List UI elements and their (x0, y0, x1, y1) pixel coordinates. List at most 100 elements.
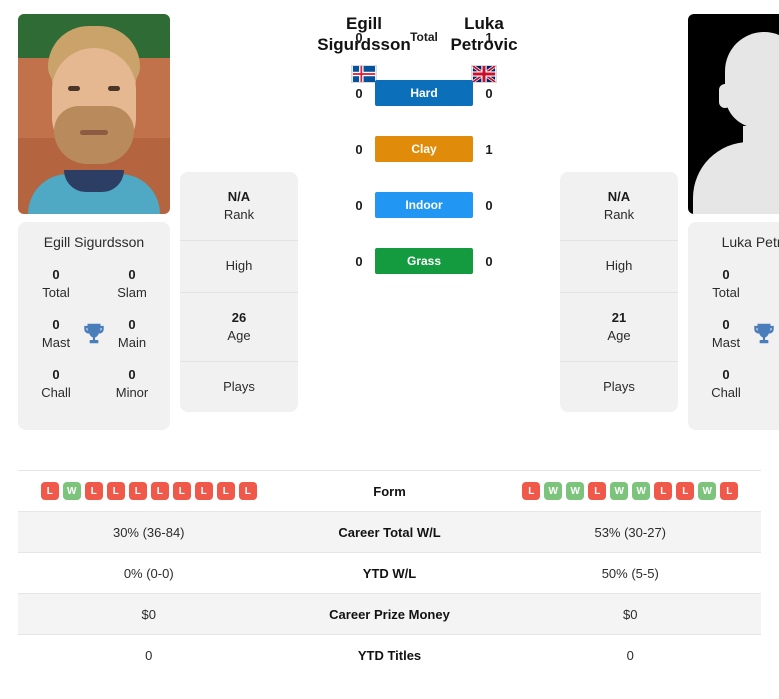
form-badge-loss[interactable]: L (522, 482, 541, 500)
right-high-cell: High (560, 241, 678, 293)
titles-mast-label: Mast (41, 334, 71, 350)
head-to-head-rows: 0 Total 1 0 Hard 0 0 Clay 1 0 Indoor 0 0 Grass 0 (350, 9, 498, 289)
right-age-cell: 21 Age (560, 293, 678, 362)
right-rank-label: Rank (603, 207, 635, 223)
titles-chall: 0 Chall (696, 366, 756, 401)
titles-chall-value: 0 (722, 367, 730, 383)
left-high-label: High (225, 258, 253, 274)
form-badge-win[interactable]: W (632, 482, 651, 500)
stat-label: YTD Titles (357, 647, 422, 663)
surface-pill-grass[interactable]: Grass (375, 248, 473, 275)
titles-main: 0 Main (102, 316, 162, 351)
titles-minor: 0 Minor (772, 366, 779, 401)
form-badge-win[interactable]: W (544, 482, 563, 500)
form-badge-win[interactable]: W (610, 482, 629, 500)
stat-label: Career Prize Money (329, 606, 450, 622)
form-badge-loss[interactable]: L (128, 482, 147, 500)
titles-mast: 0 Mast (26, 316, 86, 351)
form-badge-loss[interactable]: L (84, 482, 103, 500)
stat-left-value: $0 (141, 606, 156, 622)
form-badge-loss[interactable]: L (40, 482, 59, 500)
surface-pill-indoor[interactable]: Indoor (375, 192, 473, 219)
titles-total: 0 Total (26, 266, 86, 301)
titles-chall-value: 0 (52, 367, 60, 383)
h2h-left-score: 0 (355, 253, 363, 269)
right-player-info-card: N/A Rank High 21 Age Plays (560, 172, 678, 413)
titles-main-label: Main (117, 334, 147, 350)
head-to-head-column: Egill Sigurdsson Luka Petrovic 0 Total 1… (298, 14, 550, 289)
h2h-left-score: 0 (355, 197, 363, 213)
form-badge-loss[interactable]: L (588, 482, 607, 500)
left-high-cell: High (180, 241, 298, 293)
titles-row: 0 Total 0 Slam (26, 266, 162, 301)
form-badge-win[interactable]: W (62, 482, 81, 500)
trophy-icon (754, 323, 774, 343)
photo-beard (54, 106, 134, 164)
form-badge-loss[interactable]: L (194, 482, 213, 500)
right-rank-cell: N/A Rank (560, 172, 678, 242)
form-badge-loss[interactable]: L (654, 482, 673, 500)
left-player-photo[interactable] (18, 14, 170, 214)
titles-row: 0 Chall 0 Minor (696, 366, 779, 401)
titles-minor-value: 0 (772, 366, 779, 384)
titles-row: 0 Chall 0 Minor (26, 366, 162, 401)
stat-row: 0% (0-0) YTD W/L 50% (5-5) (18, 552, 761, 593)
form-badge-win[interactable]: W (698, 482, 717, 500)
titles-total-label: Total (712, 284, 740, 300)
form-badge-loss[interactable]: L (676, 482, 695, 500)
stat-right-value: 53% (30-27) (594, 524, 667, 540)
titles-mast-value: 0 (52, 317, 60, 333)
photo-eye-left (68, 86, 80, 91)
h2h-right-score: 0 (485, 197, 493, 213)
left-form-strip: LWLLLLLLLL (40, 482, 257, 500)
stat-row: $0 Career Prize Money $0 (18, 593, 761, 634)
right-rank-value: N/A (607, 189, 631, 204)
titles-slam: 0 Slam (102, 266, 162, 301)
h2h-left-score: 0 (355, 85, 363, 101)
photo-eye-right (108, 86, 120, 91)
form-badge-loss[interactable]: L (720, 482, 739, 500)
form-badge-loss[interactable]: L (172, 482, 191, 500)
h2h-right-score: 0 (485, 253, 493, 269)
titles-slam: 0 Slam (772, 266, 779, 301)
h2h-row-hard: 0 Hard 0 (350, 65, 498, 121)
avatar-ear-left (719, 84, 731, 108)
left-rank-label: Rank (223, 207, 255, 223)
form-badge-loss[interactable]: L (238, 482, 257, 500)
left-plays-label: Plays (223, 378, 255, 394)
titles-mast-value: 0 (722, 317, 730, 333)
right-age-label: Age (607, 327, 631, 343)
titles-row: 0 Total 0 Slam (696, 266, 779, 301)
titles-minor-value: 0 (128, 367, 136, 383)
h2h-right-score: 1 (485, 141, 493, 157)
surface-pill-hard[interactable]: Hard (375, 80, 473, 107)
stat-left-value: 30% (36-84) (112, 524, 185, 540)
form-badge-loss[interactable]: L (106, 482, 125, 500)
stat-row: L W L L L L L L L L Form L W W L W W L L W L (18, 470, 761, 511)
right-form-strip: LWWLWWLLWL (522, 482, 739, 500)
titles-chall-label: Chall (41, 384, 71, 400)
form-badge-loss[interactable]: L (150, 482, 169, 500)
h2h-right-score: 1 (485, 29, 493, 45)
titles-minor-label: Minor (115, 384, 149, 400)
left-player-info-column: N/A Rank High 26 Age Plays (180, 14, 298, 413)
right-high-label: High (605, 258, 633, 274)
titles-main-value: 0 (128, 317, 136, 333)
right-player-titles-card: Luka Petrovic 0 Total 0 Slam 0 Mast (688, 222, 779, 431)
h2h-left-score: 0 (355, 29, 363, 45)
right-titles-grid: 0 Total 0 Slam 0 Mast 0 Main (696, 266, 779, 401)
titles-total: 0 Total (696, 266, 756, 301)
right-player-photo[interactable] (688, 14, 779, 214)
h2h-row-total: 0 Total 1 (350, 9, 498, 65)
form-badge-win[interactable]: W (566, 482, 585, 500)
titles-slam-label: Slam (117, 284, 147, 300)
avatar-head (725, 32, 779, 128)
stat-row: 0 YTD Titles 0 (18, 634, 761, 675)
stat-label: Career Total W/L (338, 524, 441, 540)
h2h-row-indoor: 0 Indoor 0 (350, 177, 498, 233)
form-badge-loss[interactable]: L (216, 482, 235, 500)
stat-row: 30% (36-84) Career Total W/L 53% (30-27) (18, 511, 761, 552)
stat-label: YTD W/L (362, 565, 417, 581)
left-age-cell: 26 Age (180, 293, 298, 362)
surface-pill-clay[interactable]: Clay (375, 136, 473, 163)
